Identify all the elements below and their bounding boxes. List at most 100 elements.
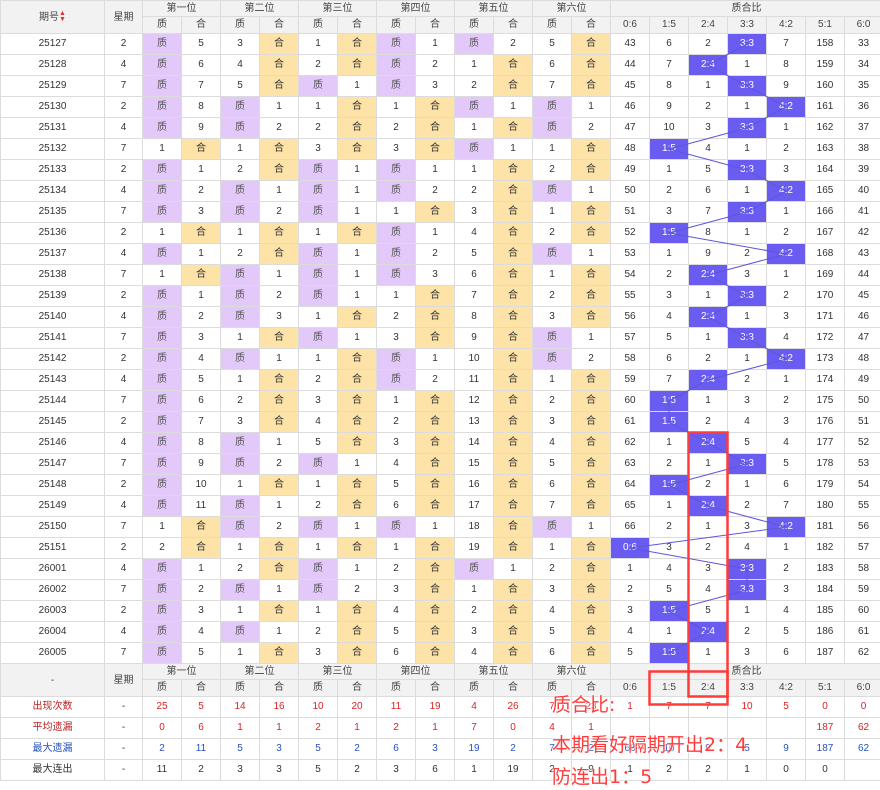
miss-count-cell: 3 [376, 432, 416, 454]
zhi-hit-cell: 质 [298, 75, 338, 97]
stat-value: 62 [843, 738, 880, 760]
he-hit-cell: 合 [571, 159, 611, 181]
ratio-miss-cell: 5 [688, 600, 728, 622]
period-cell: 25143 [0, 369, 105, 391]
weekday-cell: 2 [104, 159, 143, 181]
stat-value: 3 [220, 759, 260, 781]
ratio-miss-cell: 5 [766, 621, 806, 643]
position-header-2: 第二位 [220, 663, 299, 680]
zhi-hit-cell: 质 [220, 117, 260, 139]
period-cell: 26002 [0, 579, 105, 601]
miss-count-cell: 5 [532, 621, 572, 643]
miss-count-cell: 1 [337, 285, 377, 307]
miss-count-cell: 6 [181, 54, 221, 76]
zhi-hit-cell: 质 [298, 558, 338, 580]
weekday-cell: 4 [104, 621, 143, 643]
ratio-miss-cell: 34 [843, 54, 880, 76]
miss-count-cell: 3 [376, 327, 416, 349]
ratio-miss-cell: 6 [766, 642, 806, 664]
ratio-miss-cell: 4 [649, 558, 689, 580]
ratio-miss-cell: 62 [843, 642, 880, 664]
ratio-miss-cell: 2 [649, 264, 689, 286]
ratio-miss-cell: 8 [649, 75, 689, 97]
ratio-hit-cell: 3:3 [727, 558, 767, 580]
ratio-miss-cell: 3 [766, 306, 806, 328]
he-hit-cell: 合 [259, 369, 299, 391]
miss-count-cell: 1 [415, 159, 455, 181]
ratio-miss-cell: 183 [805, 558, 845, 580]
zhi-hit-cell: 质 [298, 579, 338, 601]
period-cell: 25145 [0, 411, 105, 433]
miss-count-cell: 2 [181, 180, 221, 202]
miss-count-cell: 3 [220, 411, 260, 433]
zhi-hit-cell: 质 [454, 138, 494, 160]
miss-count-cell: 1 [259, 579, 299, 601]
weekday-cell: 4 [104, 117, 143, 139]
miss-count-cell: 5 [532, 33, 572, 55]
he-hit-cell: 合 [181, 264, 221, 286]
zhi-hit-cell: 质 [220, 264, 260, 286]
stat-value: 20 [337, 696, 377, 718]
ratio-subheader: 2:4 [688, 16, 728, 34]
ratio-miss-cell: 3 [766, 159, 806, 181]
ratio-subheader: 4:2 [766, 16, 806, 34]
ratio-miss-cell: 3 [727, 390, 767, 412]
position-header-3: 第三位 [298, 663, 377, 680]
miss-count-cell: 3 [376, 579, 416, 601]
ratio-miss-cell: 4 [766, 327, 806, 349]
zhi-hit-cell: 质 [376, 516, 416, 538]
ratio-miss-cell: 4 [610, 621, 650, 643]
miss-count-cell: 4 [181, 621, 221, 643]
zhi-hit-cell: 质 [142, 285, 182, 307]
miss-count-cell: 1 [571, 327, 611, 349]
zhi-hit-cell: 质 [142, 33, 182, 55]
he-hit-cell: 合 [415, 642, 455, 664]
miss-count-cell: 8 [181, 96, 221, 118]
he-hit-cell: 合 [415, 558, 455, 580]
ratio-miss-cell: 4 [688, 579, 728, 601]
ratio-miss-cell: 2 [727, 495, 767, 517]
zhi-subheader: 质 [454, 679, 494, 697]
position-header-5: 第五位 [454, 0, 533, 17]
ratio-miss-cell: 46 [843, 306, 880, 328]
ratio-subheader: 1:5 [649, 679, 689, 697]
miss-count-cell: 1 [142, 222, 182, 244]
period-cell: 25149 [0, 495, 105, 517]
he-hit-cell: 合 [571, 222, 611, 244]
ratio-subheader: 5:1 [805, 16, 845, 34]
weekday-cell: 2 [104, 222, 143, 244]
he-hit-cell: 合 [571, 285, 611, 307]
stat-value: 3 [259, 738, 299, 760]
zhi-hit-cell: 质 [298, 516, 338, 538]
zhi-hit-cell: 质 [220, 348, 260, 370]
miss-count-cell: 2 [298, 117, 338, 139]
ratio-miss-cell: 3 [766, 579, 806, 601]
he-hit-cell: 合 [493, 579, 533, 601]
he-hit-cell: 合 [415, 600, 455, 622]
miss-count-cell: 1 [298, 600, 338, 622]
ratio-miss-cell: 185 [805, 600, 845, 622]
he-hit-cell: 合 [571, 306, 611, 328]
position-header-5: 第五位 [454, 663, 533, 680]
zhi-hit-cell: 质 [298, 243, 338, 265]
miss-count-cell: 2 [181, 579, 221, 601]
he-hit-cell: 合 [259, 243, 299, 265]
zhi-subheader: 质 [142, 16, 182, 34]
zhi-hit-cell: 质 [532, 243, 572, 265]
stat-value: 3 [259, 759, 299, 781]
zhi-hit-cell: 质 [142, 411, 182, 433]
miss-count-cell: 1 [220, 537, 260, 559]
miss-count-cell: 5 [376, 474, 416, 496]
stat-value: 2 [337, 759, 377, 781]
zhi-hit-cell: 质 [376, 159, 416, 181]
sort-arrow-icon[interactable]: ▲ ▼ [59, 10, 66, 23]
miss-count-cell: 2 [454, 180, 494, 202]
miss-count-cell: 2 [571, 117, 611, 139]
ratio-miss-cell: 4 [727, 537, 767, 559]
ratio-miss-cell: 5 [610, 642, 650, 664]
table-row: 25132 7 1 合 1 合 3 合 3 合质 1 1 合 48 1:5 4 1 2 163 38 [0, 138, 880, 160]
period-header[interactable]: 期号▲ ▼ [0, 0, 105, 34]
ratio-miss-cell: 57 [610, 327, 650, 349]
he-hit-cell: 合 [493, 432, 533, 454]
he-hit-cell: 合 [259, 390, 299, 412]
